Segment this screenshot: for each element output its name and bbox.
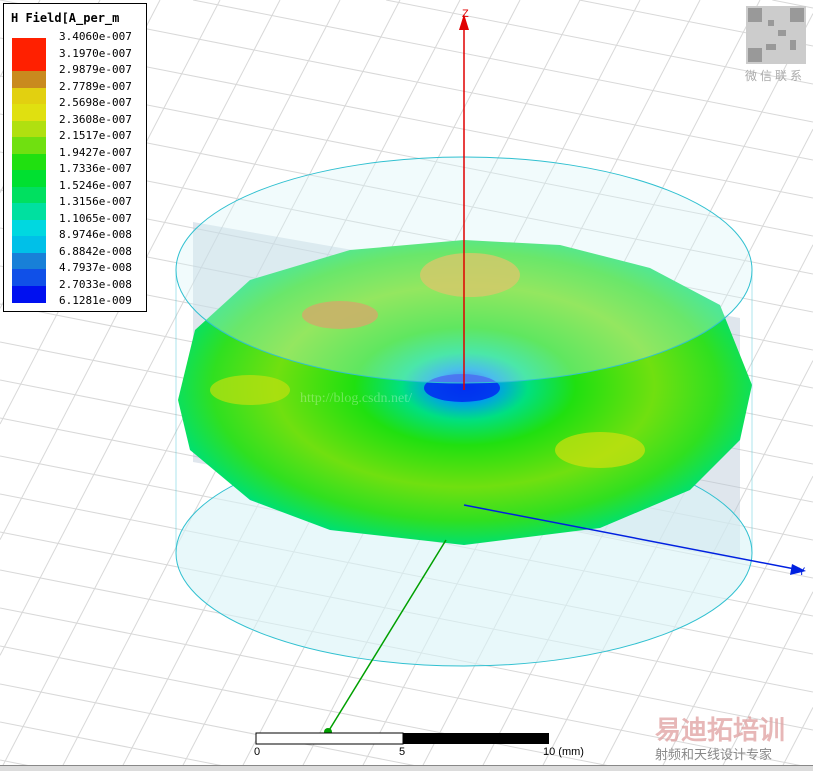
legend-value: 6.1281e-009 [59, 294, 132, 307]
color-legend[interactable]: H Field[A_per_m 3.4060e-007 3.1970e-007 2.… [3, 3, 147, 312]
legend-row: 2.7789e-007 [4, 79, 146, 105]
legend-value: 1.7336e-007 [59, 162, 132, 175]
legend-row: 3.4060e-007 [4, 30, 146, 55]
grid-line [0, 645, 636, 771]
legend-row: 6.1281e-009 [4, 294, 146, 310]
legend-value: 3.4060e-007 [59, 30, 132, 43]
legend-value: 2.1517e-007 [59, 129, 132, 142]
legend-value: 1.1065e-007 [59, 211, 132, 225]
legend-row: 2.1517e-007 [4, 129, 146, 154]
legend-value: 2.9879e-007 [59, 63, 132, 76]
legend-row: 8.9746e-008 [4, 228, 146, 253]
legend-value: 2.7033e-008 [59, 277, 132, 291]
legend-divider [146, 5, 147, 312]
hfss-field-plot-window: Z Y http://blog.csdn.net/ H Field[A_per_… [0, 0, 813, 771]
legend-row: 1.9427e-007 [4, 145, 146, 171]
legend-value: 1.9427e-007 [59, 145, 132, 159]
scale-label-5: 5 [399, 746, 406, 758]
legend-value: 6.8842e-008 [59, 244, 132, 258]
url-watermark: http://blog.csdn.net/ [300, 391, 412, 406]
status-bar [0, 765, 813, 771]
legend-row: 2.9879e-007 [4, 63, 146, 88]
scale-bar-white [255, 732, 404, 745]
legend-row: 1.5246e-007 [4, 178, 146, 204]
z-axis-label: Z [462, 8, 469, 20]
scale-label-10: 10 (mm) [543, 746, 584, 758]
brand-watermark: 易迪拓培训 [655, 716, 786, 746]
scale-bar-black [403, 733, 549, 744]
legend-row: 4.7937e-008 [4, 261, 146, 286]
legend-value: 1.3156e-007 [59, 195, 132, 208]
qr-caption: 微信联系 [745, 69, 806, 83]
legend-row: 2.3608e-007 [4, 112, 146, 138]
qr-code [746, 6, 806, 64]
y-axis-label: Y [798, 566, 806, 578]
legend-row: 3.1970e-007 [4, 46, 146, 72]
legend-row: 1.7336e-007 [4, 162, 146, 187]
legend-title: H Field[A_per_m [11, 11, 120, 25]
legend-value: 8.9746e-008 [59, 228, 132, 241]
legend-row: 1.3156e-007 [4, 195, 146, 220]
field-hotspot [210, 375, 290, 405]
legend-value: 2.3608e-007 [59, 112, 132, 126]
legend-value: 2.7789e-007 [59, 79, 132, 93]
grid-line [0, 721, 250, 771]
legend-value: 4.7937e-008 [59, 261, 132, 274]
legend-row: 1.1065e-007 [4, 211, 146, 237]
legend-row: 6.8842e-008 [4, 244, 146, 270]
legend-value: 2.5698e-007 [59, 96, 132, 109]
field-hotspot [555, 432, 645, 468]
legend-value: 1.5246e-007 [59, 178, 132, 192]
legend-row: 2.5698e-007 [4, 96, 146, 121]
scale-label-0: 0 [254, 746, 261, 758]
legend-value: 3.1970e-007 [59, 46, 132, 60]
tagline-watermark: 射频和天线设计专家 [655, 748, 773, 763]
legend-row: 2.7033e-008 [4, 277, 146, 303]
